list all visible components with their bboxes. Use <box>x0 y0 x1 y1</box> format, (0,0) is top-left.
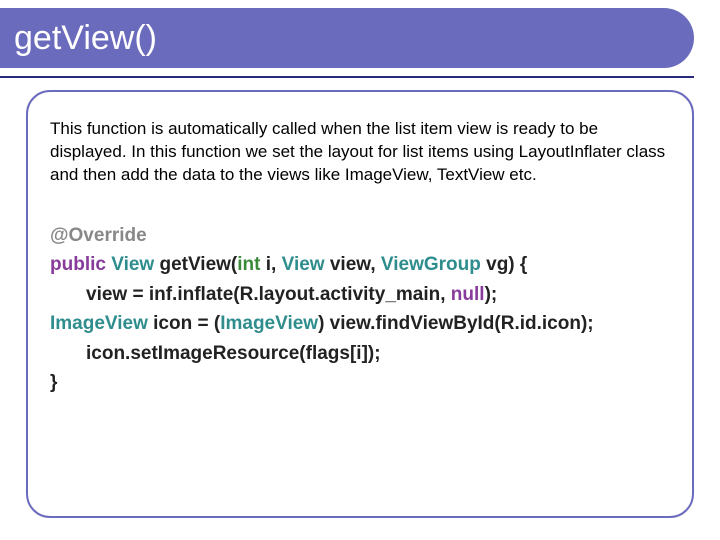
method-name: getView( <box>154 254 237 275</box>
imgv-a: ImageView <box>50 313 148 334</box>
param-i: i, <box>260 254 281 275</box>
slide-header: getView() <box>0 8 694 68</box>
code-block: @Override public View getView(int i, Vie… <box>50 221 670 398</box>
annotation-override: @Override <box>50 225 147 246</box>
close-brace: } <box>50 372 57 393</box>
code-line-close: } <box>50 368 670 397</box>
imgv-d: ) view.findViewById(R.id.icon); <box>318 313 594 334</box>
type-viewgroup: ViewGroup <box>381 254 481 275</box>
code-line-seticon: icon.setImageResource(flags[i]); <box>50 339 670 368</box>
code-line-annotation: @Override <box>50 221 670 250</box>
code-line-signature: public View getView(int i, View view, Vi… <box>50 250 670 279</box>
description-text: This function is automatically called wh… <box>50 118 670 187</box>
type-view: View <box>111 254 154 275</box>
imgv-c: ImageView <box>220 313 318 334</box>
content-box: This function is automatically called wh… <box>26 90 694 518</box>
code-line-imageview: ImageView icon = (ImageView) view.findVi… <box>50 309 670 338</box>
seticon: icon.setImageResource(flags[i]); <box>86 343 381 364</box>
param-vg: vg) { <box>481 254 527 275</box>
imgv-b: icon = ( <box>148 313 220 334</box>
kw-int: int <box>237 254 260 275</box>
slide-title: getView() <box>14 19 157 58</box>
code-line-inflate: view = inf.inflate(R.layout.activity_mai… <box>50 280 670 309</box>
inflate-a: view = inf.inflate(R.layout.activity_mai… <box>86 284 451 305</box>
header-divider <box>0 76 694 78</box>
kw-null: null <box>451 284 485 305</box>
kw-public: public <box>50 254 106 275</box>
param-view: view, <box>325 254 381 275</box>
type-view-2: View <box>282 254 325 275</box>
inflate-b: ); <box>485 284 498 305</box>
